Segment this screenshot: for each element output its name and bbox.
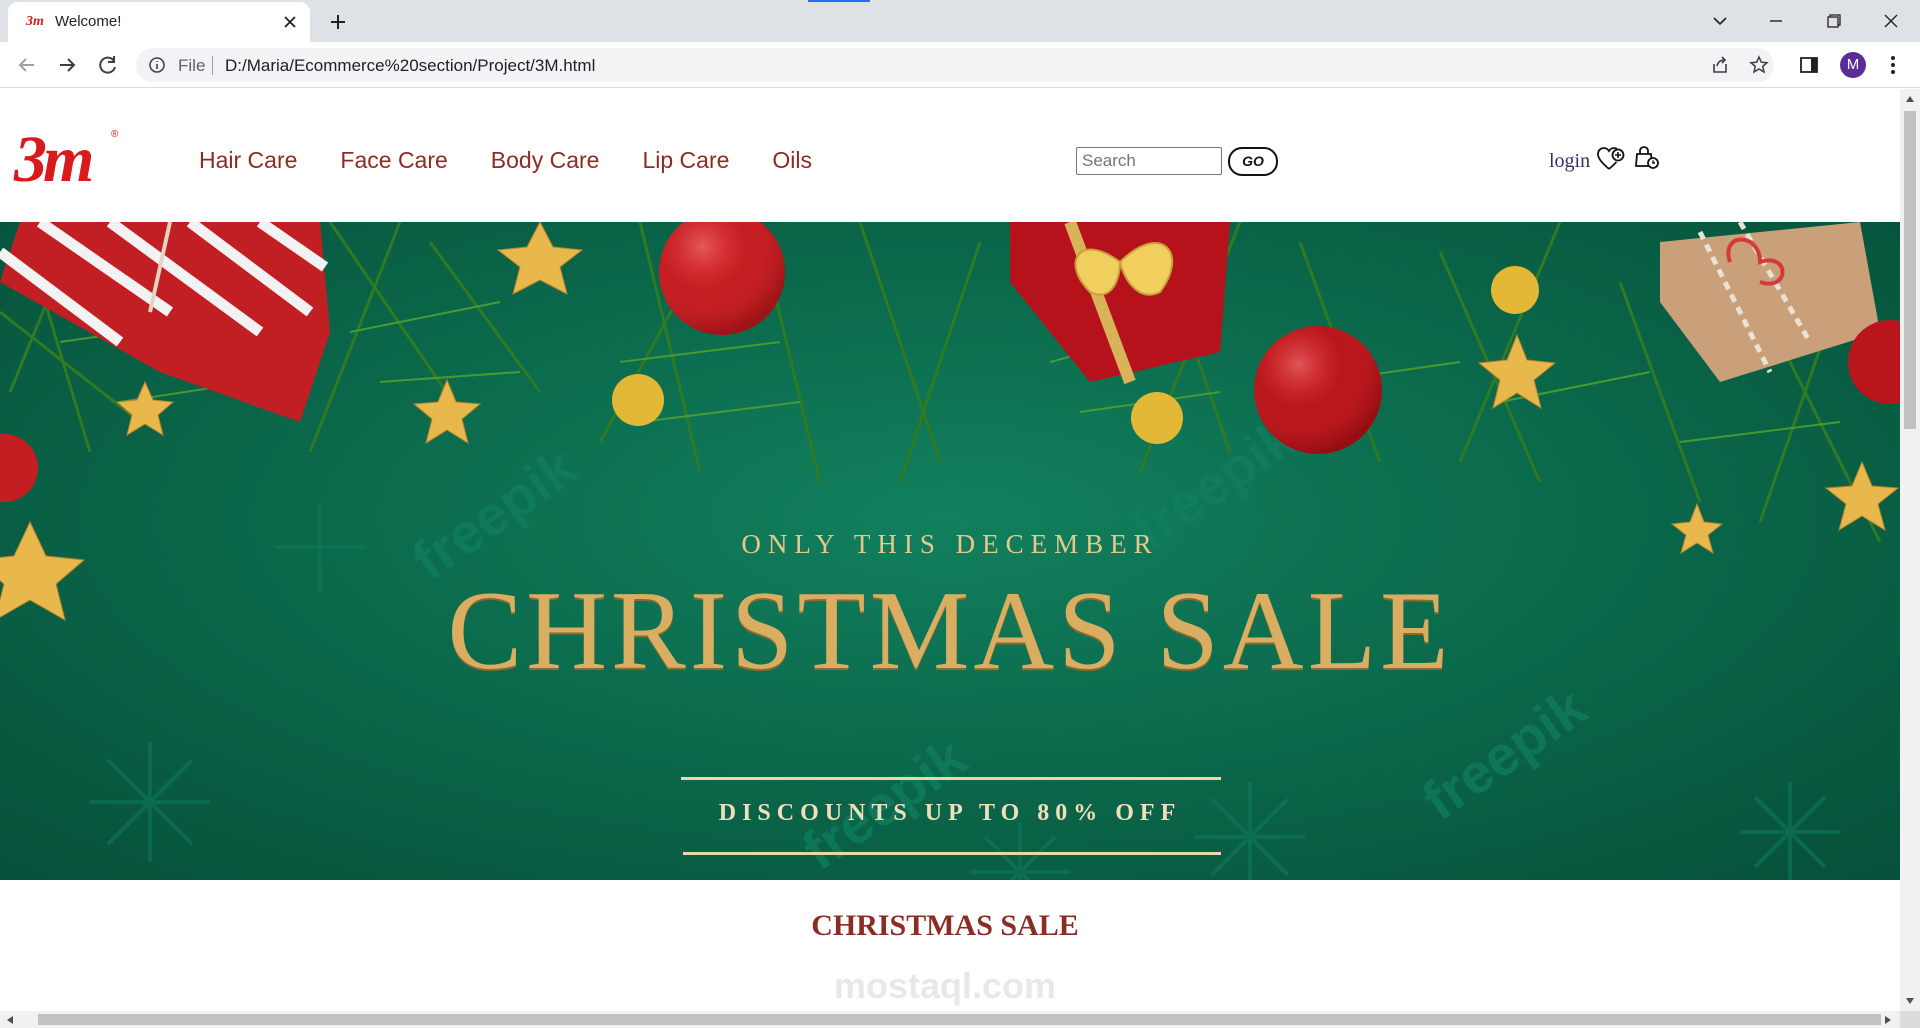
- scroll-down-arrow-icon[interactable]: [1905, 997, 1915, 1005]
- browser-toolbar: File D:/Maria/Ecommerce%20section/Projec…: [0, 42, 1920, 88]
- site-logo[interactable]: 3m ®: [14, 127, 124, 197]
- site-info-icon[interactable]: [148, 56, 166, 74]
- nav-oils[interactable]: Oils: [772, 147, 812, 174]
- heart-plus-icon[interactable]: [1596, 145, 1626, 173]
- horizontal-scroll-thumb[interactable]: [38, 1014, 1881, 1025]
- section-title: CHRISTMAS SALE: [811, 909, 1079, 942]
- shopping-bag-icon[interactable]: [1634, 145, 1660, 171]
- url-separator: [212, 56, 213, 75]
- tab-drag-indicator: [808, 0, 870, 2]
- hero-divider-top: [681, 777, 1221, 780]
- address-bar[interactable]: File D:/Maria/Ecommerce%20section/Projec…: [136, 48, 1774, 82]
- restore-icon[interactable]: [1813, 6, 1853, 36]
- share-icon[interactable]: [1710, 55, 1730, 75]
- hero-subtitle: ONLY THIS DECEMBER: [741, 529, 1159, 559]
- url-text[interactable]: D:/Maria/Ecommerce%20section/Project/3M.…: [225, 56, 595, 76]
- more-menu-icon[interactable]: [1886, 53, 1900, 77]
- profile-avatar[interactable]: M: [1840, 52, 1866, 78]
- tab-search-chevron-icon[interactable]: [1700, 6, 1740, 36]
- overlay-watermark: mostaql.com: [833, 965, 1057, 1006]
- side-panel-icon[interactable]: [1799, 55, 1819, 75]
- vertical-scroll-thumb[interactable]: [1904, 111, 1916, 429]
- login-link[interactable]: login: [1549, 150, 1590, 173]
- vertical-scrollbar[interactable]: [1900, 89, 1920, 1011]
- scrollbar-corner: [1900, 1011, 1920, 1028]
- search-go-button[interactable]: GO: [1228, 147, 1278, 176]
- hero-banner: freepik freepik freepik freepik ONLY THI…: [0, 222, 1900, 880]
- minimize-icon[interactable]: [1756, 6, 1796, 36]
- nav-face-care[interactable]: Face Care: [340, 147, 447, 174]
- hero-discount: DISCOUNTS UP TO 80% OFF: [718, 800, 1182, 826]
- main-nav: Hair Care Face Care Body Care Lip Care O…: [199, 147, 855, 174]
- tab-favicon: 3m: [26, 14, 44, 29]
- forward-icon[interactable]: [53, 51, 81, 79]
- browser-tab[interactable]: 3m Welcome!: [8, 2, 310, 42]
- reload-icon[interactable]: [94, 51, 122, 79]
- page-viewport: 3m ® Hair Care Face Care Body Care Lip C…: [0, 89, 1900, 1011]
- horizontal-scrollbar[interactable]: [0, 1011, 1900, 1028]
- back-icon[interactable]: [13, 51, 41, 79]
- logo-registered-mark: ®: [111, 129, 119, 140]
- search-input[interactable]: [1076, 147, 1222, 175]
- close-tab-icon[interactable]: [278, 10, 302, 34]
- nav-body-care[interactable]: Body Care: [491, 147, 600, 174]
- url-scheme-label: File: [178, 56, 206, 75]
- scroll-left-arrow-icon[interactable]: [6, 1015, 14, 1025]
- hero-title: CHRISTMAS SALE: [447, 569, 1453, 693]
- nav-lip-care[interactable]: Lip Care: [642, 147, 729, 174]
- scroll-right-arrow-icon[interactable]: [1884, 1015, 1892, 1025]
- bookmark-star-icon[interactable]: [1749, 55, 1769, 75]
- hero-divider-bottom: [683, 852, 1221, 855]
- scroll-up-arrow-icon[interactable]: [1905, 95, 1915, 103]
- nav-hair-care[interactable]: Hair Care: [199, 147, 297, 174]
- new-tab-icon[interactable]: [324, 8, 352, 36]
- logo-text: 3m: [14, 123, 94, 196]
- close-window-icon[interactable]: [1871, 6, 1911, 36]
- tab-title: Welcome!: [55, 13, 122, 30]
- tab-strip: 3m Welcome!: [0, 0, 1920, 42]
